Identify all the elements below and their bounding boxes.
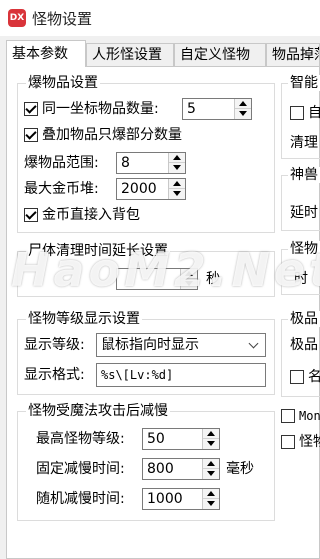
smart-checkbox-label: 自 xyxy=(308,105,320,121)
select-value: 鼠标指向时显示 xyxy=(101,337,199,353)
stepper-up-icon[interactable] xyxy=(203,489,219,499)
fixed-time-label: 固定减慢时间: xyxy=(36,461,125,477)
stepper-down-icon[interactable] xyxy=(203,469,219,479)
explode-settings-group: 爆物品设置 同一坐标物品数量: 5 叠加物品只爆部分数量 爆物品范围: 8 最大… xyxy=(17,75,275,233)
fixed-time-stepper[interactable]: 800 xyxy=(142,458,220,480)
group-title: 智能 xyxy=(288,75,320,91)
group-title: 怪物受魔法攻击后减慢 xyxy=(26,403,170,419)
range-stepper[interactable]: 8 xyxy=(116,152,186,174)
name-checkbox[interactable] xyxy=(290,370,304,384)
tab-basic-params[interactable]: 基本参数 xyxy=(6,40,86,67)
tab-item-drop[interactable]: 物品掉落 xyxy=(266,43,320,66)
same-coord-label: 同一坐标物品数量: xyxy=(42,101,159,117)
max-gold-label: 最大金币堆: xyxy=(24,181,99,197)
tab-panel: 爆物品设置 同一坐标物品数量: 5 叠加物品只爆部分数量 爆物品范围: 8 最大… xyxy=(6,66,320,559)
group-title: 怪物 xyxy=(288,241,320,257)
app-icon: DX xyxy=(8,9,26,27)
smart-checkbox[interactable] xyxy=(290,106,304,120)
group-title: 神兽 xyxy=(288,167,320,183)
item-clipped-group: 极品 极品 名 xyxy=(281,311,320,397)
group-title: 极品 xyxy=(288,311,320,327)
window-title: 怪物设置 xyxy=(32,10,93,28)
magic-slow-group: 怪物受魔法攻击后减慢 最高怪物等级: 50 固定减慢时间: 800 毫秒 随机减… xyxy=(17,403,275,521)
beast-group: 神兽 延时 xyxy=(281,167,320,231)
stepper-value: 8 xyxy=(121,155,130,171)
title-bar: DX 怪物设置 xyxy=(0,0,320,36)
chevron-down-icon xyxy=(248,338,259,349)
tab-strip: 基本参数 人形怪设置 自定义怪物 物品掉落 xyxy=(0,40,320,67)
stepper-value: 5 xyxy=(187,101,196,117)
max-level-label: 最高怪物等级: xyxy=(36,431,125,447)
stepper-value: 1000 xyxy=(147,491,183,507)
input-value: %s\[Lv:%d] xyxy=(101,368,174,382)
gold-to-bag-label: 金币直接入背包 xyxy=(42,207,140,223)
stepper-up-icon[interactable] xyxy=(169,153,185,163)
stepper-up-icon[interactable] xyxy=(203,429,219,439)
stepper-down-icon[interactable] xyxy=(203,499,219,509)
mons-checkbox[interactable] xyxy=(281,409,295,423)
stepper-value: 800 xyxy=(147,461,174,477)
corpse-cleanup-group: 尸体清理时间延长设置 秒 xyxy=(17,243,275,297)
same-coord-stepper[interactable]: 5 xyxy=(182,98,252,120)
stepper-down-icon[interactable] xyxy=(181,279,197,289)
stack-partial-label: 叠加物品只爆部分数量 xyxy=(42,127,182,143)
name-checkbox-label: 名 xyxy=(308,369,320,385)
mons-checkbox-label: MonS xyxy=(299,409,320,423)
cleanup-label: 清理 xyxy=(290,135,318,151)
item-label: 极品 xyxy=(290,337,318,353)
delay-label: 延时 xyxy=(290,205,318,221)
random-time-label: 随机减慢时间: xyxy=(36,491,125,507)
stepper-down-icon[interactable] xyxy=(203,439,219,449)
corpse-delay-stepper[interactable] xyxy=(116,268,198,290)
level-display-group: 怪物等级显示设置 显示等级: 鼠标指向时显示 显示格式: %s\[Lv:%d] xyxy=(17,311,275,395)
range-label: 爆物品范围: xyxy=(24,155,99,171)
time-label: 时 xyxy=(294,271,308,287)
max-gold-stepper[interactable]: 2000 xyxy=(116,178,186,200)
display-format-input[interactable]: %s\[Lv:%d] xyxy=(96,363,266,387)
stepper-down-icon[interactable] xyxy=(235,109,251,119)
group-title: 爆物品设置 xyxy=(26,75,100,91)
group-title: 尸体清理时间延长设置 xyxy=(26,243,170,259)
tab-humanoid-monster[interactable]: 人形怪设置 xyxy=(86,43,174,66)
smart-group: 智能 自 清理 xyxy=(281,75,320,159)
stack-partial-checkbox[interactable] xyxy=(24,128,38,142)
stepper-down-icon[interactable] xyxy=(169,189,185,199)
monster-clipped-group: 怪物 时 xyxy=(281,241,320,295)
same-coord-checkbox[interactable] xyxy=(24,102,38,116)
stepper-up-icon[interactable] xyxy=(235,99,251,109)
display-level-select[interactable]: 鼠标指向时显示 xyxy=(96,333,266,357)
max-level-stepper[interactable]: 50 xyxy=(142,428,220,450)
monster-checkbox-label: 怪物 xyxy=(299,434,320,450)
stepper-up-icon[interactable] xyxy=(203,459,219,469)
monster-checkbox[interactable] xyxy=(281,435,295,449)
stepper-value: 2000 xyxy=(121,181,157,197)
stepper-up-icon[interactable] xyxy=(169,179,185,189)
stepper-up-icon[interactable] xyxy=(181,269,197,279)
gold-to-bag-checkbox[interactable] xyxy=(24,208,38,222)
seconds-unit-label: 秒 xyxy=(206,271,220,287)
stepper-down-icon[interactable] xyxy=(169,163,185,173)
millisecond-unit-label: 毫秒 xyxy=(226,461,254,477)
display-level-label: 显示等级: xyxy=(24,337,85,353)
random-time-stepper[interactable]: 1000 xyxy=(142,488,220,510)
stepper-value: 50 xyxy=(147,431,165,447)
tab-custom-monster[interactable]: 自定义怪物 xyxy=(174,43,266,66)
display-format-label: 显示格式: xyxy=(24,367,85,383)
group-title: 怪物等级显示设置 xyxy=(26,311,142,327)
